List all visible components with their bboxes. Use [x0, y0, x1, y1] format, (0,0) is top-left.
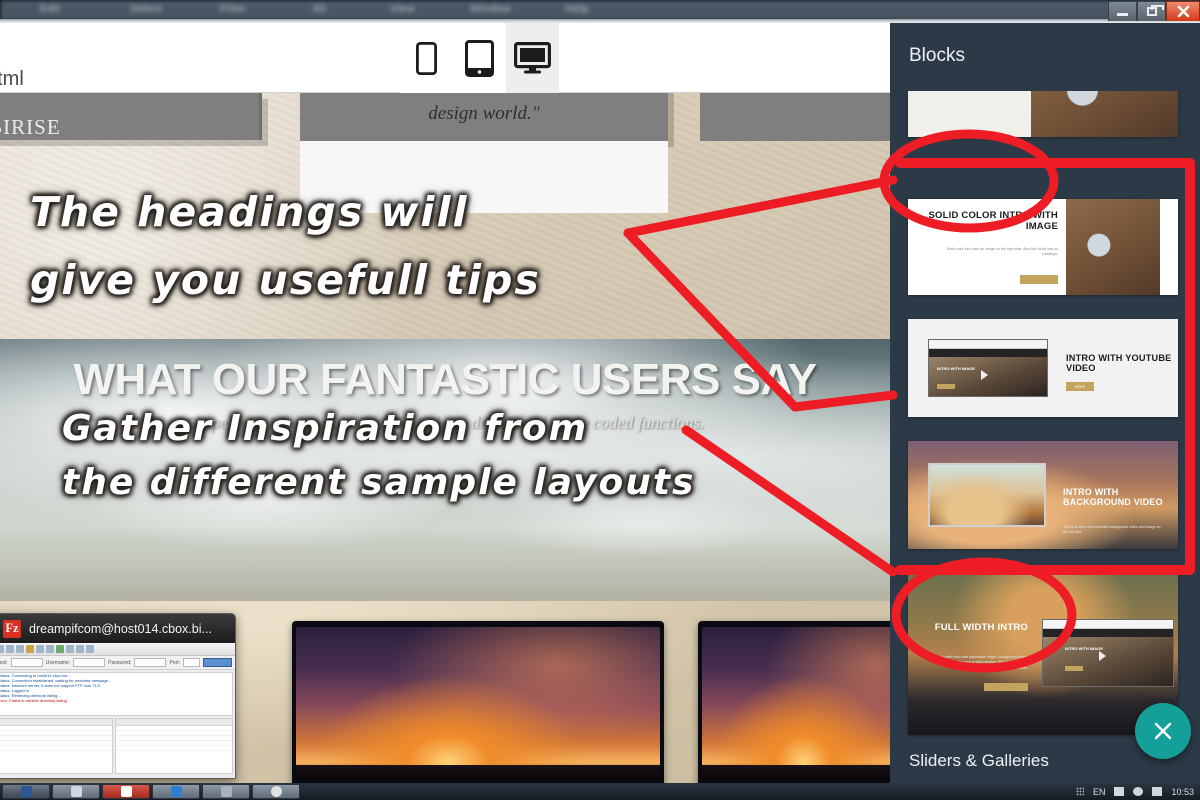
play-icon	[1099, 651, 1106, 661]
annotation-note-2-line-2: the different sample layouts	[62, 462, 696, 503]
thumb-inner-heading: INTRO WITH IMAGE	[937, 366, 975, 371]
filezilla-user-label: Username:	[45, 659, 71, 666]
filezilla-logo-icon: Fz	[3, 619, 21, 638]
windows-taskbar: EN 10:53	[0, 783, 1200, 800]
block-desc-full-width-intro: Full width intro with adjustable height,…	[937, 655, 1028, 670]
menu-item-help[interactable]: Help	[565, 3, 589, 15]
testimonial-card-left: OBIRISE	[0, 93, 262, 140]
block-title-intro-bgvideo: INTRO WITH BACKGROUND VIDEO	[1063, 487, 1163, 508]
volume-icon[interactable]	[1133, 787, 1144, 796]
annotation-note-2-line-1: Gather Inspiration from	[62, 408, 589, 449]
play-icon	[981, 370, 988, 380]
thumb-inner-video-frame	[928, 463, 1046, 527]
close-blocks-panel-button[interactable]	[1135, 703, 1191, 759]
block-cta-button-fullwidth	[984, 683, 1028, 691]
hero-heading: WHAT OUR FANTASTIC USERS SAY	[73, 355, 817, 404]
filezilla-body: Host: Username: Password: Port: Status: …	[0, 643, 235, 778]
filezilla-port-label: Port:	[169, 659, 181, 666]
desktop-icon	[514, 42, 551, 74]
taskbar-button-explorer[interactable]	[52, 784, 100, 799]
block-thumb-partial[interactable]	[908, 91, 1178, 137]
taskbar-clock[interactable]: 10:53	[1171, 787, 1194, 797]
filezilla-quickconnect-button[interactable]	[203, 658, 233, 667]
thumb-inner-heading: INTRO WITH IMAGE	[1065, 646, 1103, 651]
filezilla-file-panes	[0, 718, 233, 774]
host-menu-bar: Edit Select Filter 3D View Window Help	[0, 0, 1200, 21]
filezilla-port-input[interactable]	[183, 658, 201, 667]
filezilla-host-label: Host:	[0, 659, 8, 666]
filezilla-quickconnect-bar[interactable]: Host: Username: Password: Port:	[0, 656, 235, 670]
restore-button[interactable]	[1137, 1, 1166, 21]
block-thumb-intro-youtube[interactable]: INTRO WITH IMAGE INTRO WITH YOUTUBE VIDE…	[908, 319, 1178, 417]
taskbar-button-notepad[interactable]	[202, 784, 250, 799]
block-thumb-intro-bgvideo[interactable]: INTRO WITH BACKGROUND VIDEO This is an i…	[908, 441, 1178, 549]
block-thumb-solid-color-intro[interactable]: SOLID COLOR INTRO WITH IMAGE Solid color…	[908, 199, 1178, 295]
testimonial-quote-text: design world."	[428, 103, 540, 124]
testimonial-card-right	[700, 93, 890, 141]
remote-file-pane[interactable]	[115, 718, 233, 774]
annotation-note-1: The headings will give you usefull tips	[30, 178, 541, 314]
block-desc-solid-color-intro: Solid color intro with an image on the r…	[946, 247, 1058, 257]
system-tray: EN 10:53	[1075, 787, 1200, 797]
close-icon	[1154, 722, 1172, 740]
annotation-note-1-line-1: The headings will	[30, 188, 469, 236]
battery-icon[interactable]	[1152, 787, 1163, 796]
device-button-mobile[interactable]	[400, 23, 453, 93]
menu-item-3d[interactable]: 3D	[312, 3, 327, 15]
tablet-icon	[465, 39, 494, 77]
close-icon	[1177, 5, 1189, 18]
filezilla-toolbar[interactable]	[0, 643, 235, 656]
block-desc-intro-bgvideo: This is an intro with beautiful backgrou…	[1063, 525, 1161, 535]
filezilla-host-input[interactable]	[10, 658, 43, 667]
filezilla-window[interactable]: Fz dreampifcom@host014.cbox.bi... Host: …	[0, 613, 236, 779]
blocks-panel-title: Blocks	[909, 45, 965, 66]
gallery-image-2[interactable]	[698, 621, 890, 783]
block-cta-button-solid	[1020, 275, 1058, 284]
taskbar-button-mobirise[interactable]	[152, 784, 200, 799]
local-file-pane[interactable]	[0, 718, 113, 774]
log-line-error: Error: Failed to retrieve directory list…	[0, 698, 67, 703]
screen: Edit Select Filter 3D View Window Help h…	[0, 0, 1200, 800]
blocks-panel: Blocks SOLID COLOR INTRO WITH IMAGE Soli…	[890, 23, 1200, 783]
block-title-solid-color-intro: SOLID COLOR INTRO WITH IMAGE	[928, 210, 1058, 232]
device-preview-switcher	[400, 23, 559, 93]
menu-item-filter[interactable]: Filter	[220, 3, 246, 15]
site-brand-label: OBIRISE	[0, 115, 61, 139]
filezilla-log: Status: Connecting to host014.cbox.biz..…	[0, 672, 233, 716]
minimize-button[interactable]	[1108, 1, 1137, 21]
device-button-desktop[interactable]	[506, 23, 559, 93]
annotation-note-2: Gather Inspiration from the different sa…	[62, 402, 695, 510]
taskbar-button-word[interactable]	[2, 784, 50, 799]
blocks-section-label: Sliders & Galleries	[909, 751, 1049, 770]
language-indicator[interactable]: EN	[1093, 787, 1106, 797]
block-title-full-width-intro: FULL WIDTH INTRO	[934, 622, 1028, 633]
filezilla-title-text: dreampifcom@host014.cbox.bi...	[29, 621, 212, 636]
filezilla-password-input[interactable]	[134, 658, 167, 667]
filezilla-username-input[interactable]	[73, 658, 106, 667]
menu-item-window[interactable]: Window	[470, 3, 511, 15]
filezilla-pass-label: Password:	[108, 659, 132, 666]
menu-item-edit[interactable]: Edit	[40, 3, 60, 15]
filezilla-titlebar: Fz dreampifcom@host014.cbox.bi...	[0, 614, 235, 643]
block-cta-button-youtube: MORE	[1066, 382, 1094, 391]
gallery-image-1[interactable]	[292, 621, 664, 783]
testimonial-card-center: design world."	[300, 93, 668, 141]
mobile-icon	[416, 41, 437, 75]
project-file-name: html	[0, 68, 24, 90]
menu-item-view[interactable]: View	[390, 3, 415, 15]
device-button-tablet[interactable]	[453, 23, 506, 93]
network-icon[interactable]	[1114, 787, 1125, 796]
window-controls	[1108, 0, 1200, 21]
menu-item-select[interactable]: Select	[130, 3, 162, 15]
close-window-button[interactable]	[1166, 1, 1200, 21]
taskbar-button-opera[interactable]	[252, 784, 300, 799]
block-thumb-full-width-intro[interactable]: FULL WIDTH INTRO Full width intro with a…	[908, 573, 1178, 735]
blocks-scroll-area[interactable]: SOLID COLOR INTRO WITH IMAGE Solid color…	[890, 91, 1200, 768]
annotation-note-1-line-2: give you usefull tips	[30, 256, 541, 304]
show-hidden-icons-icon[interactable]	[1075, 787, 1084, 796]
block-title-intro-youtube: INTRO WITH YOUTUBE VIDEO	[1066, 353, 1172, 374]
taskbar-button-filezilla[interactable]	[102, 784, 150, 799]
